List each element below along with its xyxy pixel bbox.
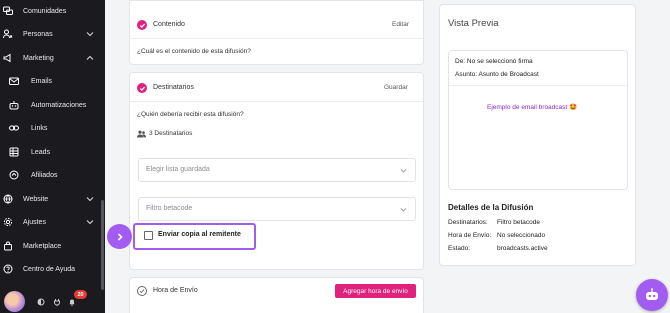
sidebar-item-label: Automatizaciones (31, 101, 87, 109)
details-send-time-value: No seleccionado (497, 232, 546, 239)
details-send-time-label: Hora de Envío: (448, 232, 492, 239)
email-icon (9, 76, 19, 86)
preview-panel: Vista Previa De: No se seleccionó firma … (439, 4, 636, 266)
sidebar-item-label: Website (23, 195, 49, 203)
sidebar-item-label: Centro de Ayuda (23, 265, 76, 273)
link-icon (9, 123, 19, 133)
sidebar-item-marketing[interactable]: Marketing (0, 48, 100, 68)
sidebar-item-label: Afiliados (31, 171, 58, 179)
sidebar-item-leads[interactable]: Leads (0, 142, 100, 162)
sidebar-item-links[interactable]: Links (0, 118, 100, 138)
chevron-up-icon (86, 55, 94, 60)
sidebar-item-emails[interactable]: Emails (0, 71, 100, 91)
sidebar-item-label: Marketing (23, 54, 54, 62)
sidebar-item-label: Links (31, 124, 48, 132)
recipient-count: 3 Destinatarios (149, 130, 193, 137)
preview-example-link[interactable]: Ejemplo de email broadcast 🤩 (487, 103, 577, 111)
people-icon (137, 130, 146, 138)
details-recipients-value: Filtro betacode (497, 219, 540, 226)
sidebar-footer: 20 (0, 288, 105, 313)
chevron-down-icon (86, 197, 94, 202)
recipients-question: ¿Quién debería recibir esta difusión? (137, 111, 244, 118)
saved-list-placeholder: Elegir lista guardada (146, 166, 210, 173)
gear-icon (3, 217, 13, 227)
robot-icon (9, 100, 19, 110)
affiliate-icon (9, 170, 19, 180)
sidebar-item-ajustes[interactable]: Ajustes (0, 212, 100, 232)
details-recipients-label: Destinatarios: (448, 219, 488, 226)
theme-toggle-icon[interactable] (37, 298, 45, 306)
sidebar-item-afiliados[interactable]: Afiliados (0, 165, 100, 185)
help-circle-icon (3, 264, 13, 274)
preview-subject: Asunto: Asunto de Broadcast (455, 71, 539, 78)
sidebar-item-centro-de-ayuda[interactable]: Centro de Ayuda (0, 259, 100, 279)
content-card: Contenido Editar ¿Cuál es el contenido d… (129, 0, 424, 65)
details-status-label: Estado: (448, 245, 471, 252)
saved-list-select[interactable]: Elegir lista guardada (138, 158, 416, 182)
sidebar-item-marketplace[interactable]: Marketplace (0, 236, 100, 256)
sidebar-item-comunidades[interactable]: Comunidades (0, 1, 100, 21)
avatar[interactable] (4, 291, 25, 312)
sidebar-item-label: Marketplace (23, 242, 62, 250)
sidebar-scrollbar[interactable] (101, 200, 104, 290)
send-copy-option[interactable]: Enviar copia al remitente (133, 223, 256, 250)
chevron-down-icon (400, 169, 407, 173)
shopping-bag-icon (3, 241, 13, 251)
save-recipients-button[interactable]: Guardar (384, 84, 408, 91)
send-copy-label: Enviar copia al remitente (158, 231, 241, 238)
sidebar-item-label: Emails (31, 77, 53, 85)
leads-table-icon (9, 147, 19, 157)
divider (130, 38, 423, 39)
divider (449, 85, 627, 86)
content-question: ¿Cuál es el contenido de esta difusión? (137, 48, 251, 55)
preview-from: De: No se seleccionó firma (455, 58, 533, 65)
preview-title: Vista Previa (448, 18, 499, 29)
megaphone-icon (3, 53, 13, 63)
check-circle-outline-icon (137, 286, 147, 296)
content-section-title: Contenido (153, 21, 185, 28)
sidebar-item-label: Personas (23, 30, 53, 38)
send-time-card: Hora de Envío Agregar hora de envío (129, 277, 424, 313)
recipients-section-title: Destinatarios (153, 84, 194, 91)
check-circle-icon (137, 20, 147, 30)
chevron-down-icon (86, 220, 94, 225)
edit-content-button[interactable]: Editar (392, 21, 409, 28)
send-copy-checkbox[interactable] (144, 231, 153, 240)
sidebar-item-label: Comunidades (23, 7, 67, 15)
users-icon (3, 29, 13, 39)
chat-bot-button[interactable] (636, 279, 668, 311)
globe-icon (3, 194, 13, 204)
sidebar-item-website[interactable]: Website (0, 189, 100, 209)
details-title: Detalles de la Difusión (448, 203, 534, 212)
sidebar: Comunidades Personas Marketing Emails Au… (0, 0, 105, 313)
bot-icon (646, 288, 658, 300)
divider (130, 101, 423, 102)
sidebar-item-label: Ajustes (23, 218, 46, 226)
send-time-section-title: Hora de Envío (153, 287, 198, 294)
filter-placeholder: Filtro betacode (146, 205, 193, 212)
chevron-down-icon (400, 208, 407, 212)
bell-icon[interactable] (68, 298, 76, 306)
sidebar-item-label: Leads (31, 148, 51, 156)
sidebar-item-personas[interactable]: Personas (0, 24, 100, 44)
add-send-time-button[interactable]: Agregar hora de envío (335, 284, 416, 298)
chevron-down-icon (86, 32, 94, 37)
check-circle-icon (137, 83, 147, 93)
sidebar-item-automatizaciones[interactable]: Automatizaciones (0, 95, 100, 115)
chat-bubbles-icon (3, 6, 13, 16)
email-preview: De: No se seleccionó firma Asunto: Asunt… (448, 50, 628, 190)
plug-icon[interactable] (53, 298, 61, 306)
notification-badge: 20 (74, 290, 87, 299)
pointer-arrow-icon (107, 224, 132, 249)
filter-select[interactable]: Filtro betacode (138, 197, 416, 221)
details-status-value: broadcasts.active (497, 245, 548, 252)
